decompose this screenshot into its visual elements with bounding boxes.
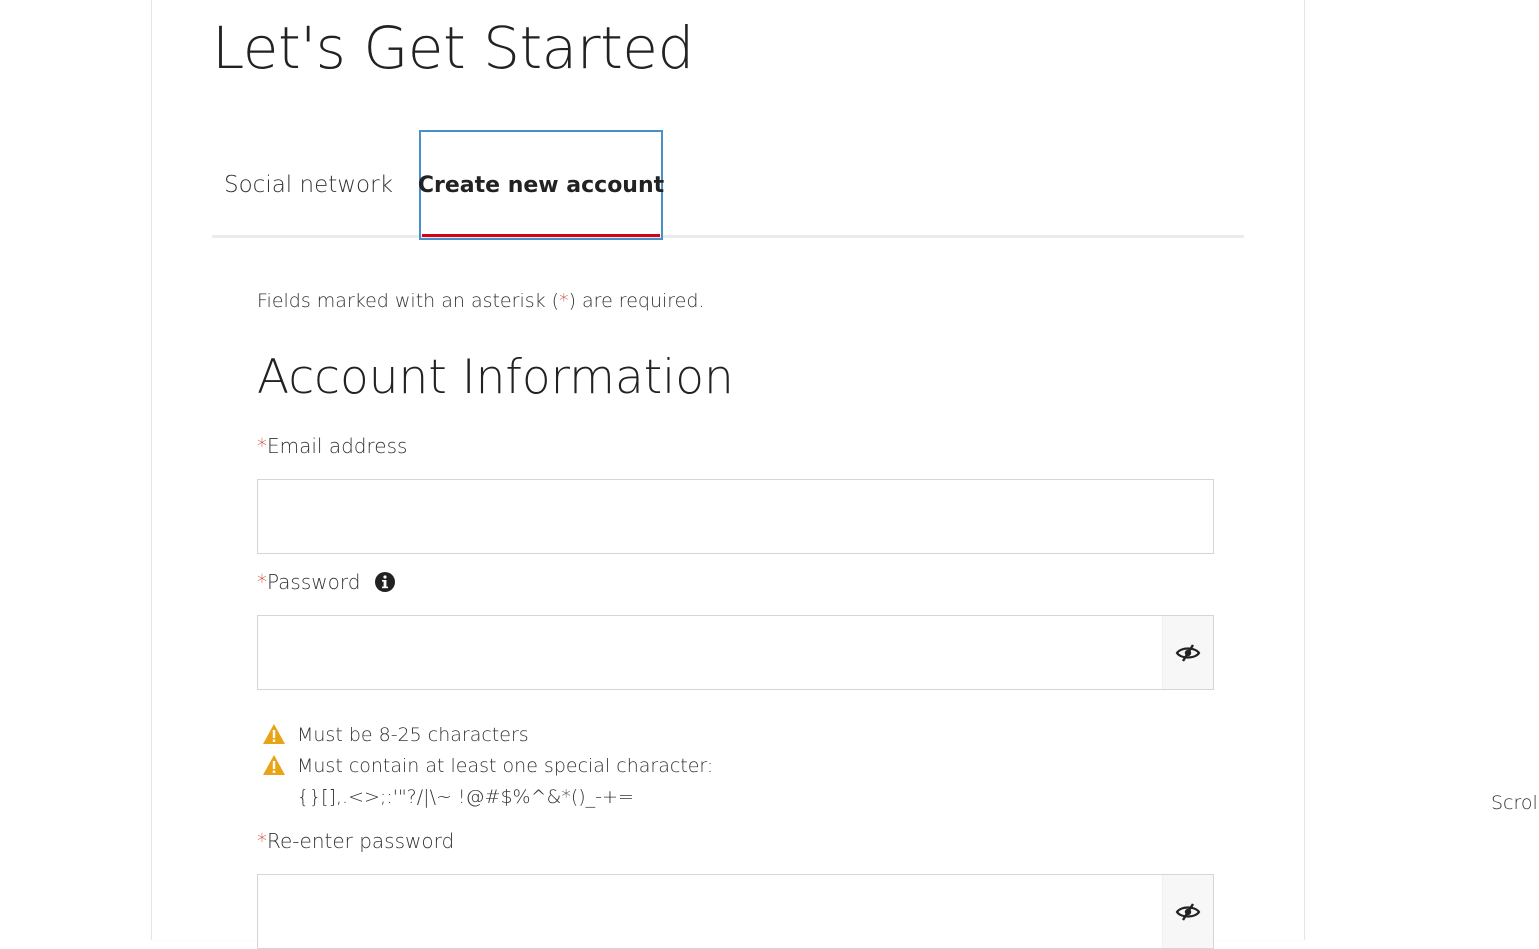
create-account-form: Fields marked with an asterisk (*) are r… [257,290,1217,949]
password-rule: Must contain at least one special charac… [257,751,717,813]
active-tab-indicator [422,234,660,237]
password-label: * Password [257,570,396,594]
warning-icon [263,755,285,775]
eye-slash-icon [1175,902,1201,921]
auth-tabs: Social network Create new account [212,130,1244,240]
required-marker: * [257,570,267,594]
required-marker: * [257,434,267,458]
scroll-hint: Scroll [1491,792,1539,814]
page-title: Let's Get Started [212,14,694,82]
email-field[interactable] [258,480,1213,553]
warning-icon [263,724,285,744]
tab-create-new-account-label: Create new account [417,172,665,198]
toggle-reenter-password-visibility-button[interactable] [1162,875,1213,948]
tab-social-network[interactable]: Social network [212,130,393,240]
tab-create-new-account[interactable]: Create new account [417,130,665,240]
required-marker: * [257,829,267,853]
password-field[interactable] [258,616,1161,689]
page-panel: Let's Get Started Social network Create … [151,0,1305,949]
password-field-wrapper [257,615,1214,690]
eye-slash-icon [1175,643,1201,662]
reenter-password-field-wrapper [257,874,1214,949]
email-field-wrapper [257,479,1214,554]
password-rule: Must be 8-25 characters [257,720,957,751]
info-icon[interactable] [374,571,396,593]
password-requirements: Must be 8-25 characters Must contain at … [257,720,957,813]
reenter-password-label: * Re-enter password [257,829,455,853]
email-label: * Email address [257,434,408,458]
toggle-password-visibility-button[interactable] [1162,616,1213,689]
section-title: Account Information [257,350,734,405]
reenter-password-field[interactable] [258,875,1161,948]
required-fields-note: Fields marked with an asterisk (*) are r… [257,290,705,312]
